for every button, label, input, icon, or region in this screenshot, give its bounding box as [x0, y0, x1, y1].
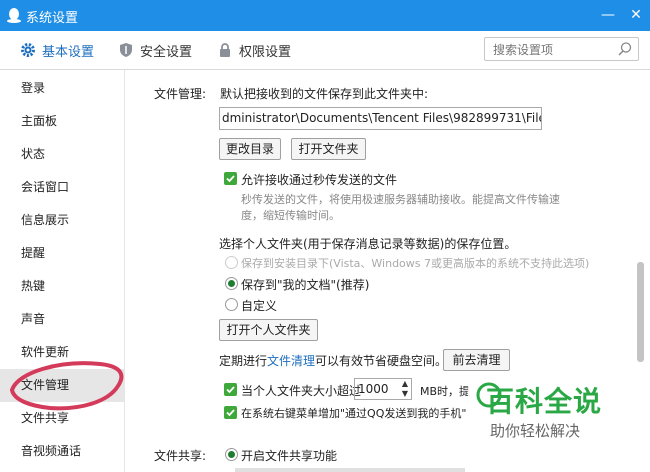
size-limit-spinner[interactable]: 1000 ▲ ▼ [354, 378, 412, 400]
search-box[interactable] [484, 37, 639, 61]
cleanup-hint-suffix: 可以有效节省硬盘空间。 [315, 354, 448, 368]
lock-icon [220, 43, 230, 57]
shield-icon [120, 43, 132, 57]
search-input[interactable] [491, 39, 615, 61]
install-dir-option-label: 保存到安装目录下(Vista、Windows 7或更高版本的系统不支持此选项) [241, 257, 590, 270]
vertical-scrollbar[interactable] [637, 262, 644, 362]
tab-label: 基本设置 [42, 44, 95, 60]
sidebar-item-chat-window[interactable]: 会话窗口 [0, 171, 124, 204]
open-personal-folder-button[interactable]: 打开个人文件夹 [219, 319, 318, 341]
context-menu-label: 在系统右键菜单增加"通过QQ发送到我的手机" [241, 407, 467, 420]
save-path-field[interactable]: dministrator\Documents\Tencent Files\982… [219, 107, 542, 130]
custom-location-option-label: 自定义 [241, 299, 278, 313]
install-dir-radio[interactable] [225, 256, 238, 269]
check-icon [226, 409, 235, 417]
tab-label: 权限设置 [239, 44, 292, 60]
sidebar-item-main-panel[interactable]: 主面板 [0, 105, 124, 138]
cleanup-hint-prefix: 定期进行 [219, 354, 268, 368]
qq-penguin-icon [7, 8, 21, 23]
check-icon [226, 386, 235, 394]
tab-security-settings[interactable]: 安全设置 [118, 31, 192, 69]
file-cleanup-link[interactable]: 文件清理 [267, 354, 315, 368]
watermark: 百科全说 助你轻松解决 [468, 378, 650, 448]
tab-label: 安全设置 [140, 44, 193, 60]
personal-folder-label: 选择个人文件夹(用于保存消息记录等数据)的保存位置。 [219, 237, 517, 251]
watermark-subtitle: 助你轻松解决 [490, 422, 581, 440]
tab-permission-settings[interactable]: 权限设置 [217, 31, 291, 69]
save-path-value: dministrator\Documents\Tencent Files\982… [222, 111, 541, 125]
context-menu-checkbox[interactable] [224, 406, 237, 419]
custom-location-radio[interactable] [225, 298, 238, 311]
flash-transfer-description-line1: 秒传发送的文件，将使用极速服务器辅助接收。能提高文件传输速 [241, 193, 560, 206]
minimize-button[interactable]: — [598, 5, 618, 25]
cleanup-hint: 定期进行文件清理可以有效节省硬盘空间。 [219, 352, 447, 369]
sidebar-item-av-call[interactable]: 音视频通话 [0, 435, 124, 468]
watermark-title: 百科全说 [486, 385, 603, 418]
size-limit-label: 当个人文件夹大小超过 [241, 384, 362, 398]
title-bar: 系统设置 — ✕ [0, 0, 650, 31]
flash-transfer-description-line2: 度，缩短传输时间。 [241, 209, 340, 222]
go-cleanup-button[interactable]: 前去清理 [443, 349, 510, 371]
change-directory-button[interactable]: 更改目录 [219, 138, 281, 160]
size-limit-unit: MB时，提 [420, 385, 471, 398]
search-icon[interactable] [617, 41, 633, 57]
file-sharing-section-label: 文件共享: [154, 449, 207, 463]
size-limit-checkbox[interactable] [224, 383, 237, 396]
allow-flash-transfer-label: 允许接收通过秒传发送的文件 [241, 173, 398, 187]
sidebar-item-info-display[interactable]: 信息展示 [0, 204, 124, 237]
sidebar-item-status[interactable]: 状态 [0, 138, 124, 171]
gear-icon [21, 43, 35, 57]
red-annotation-circle [10, 361, 124, 411]
open-folder-button[interactable]: 打开文件夹 [291, 138, 366, 160]
window-title: 系统设置 [26, 11, 79, 26]
enable-file-sharing-radio[interactable] [225, 448, 238, 461]
spinner-up-icon[interactable]: ▲ [402, 379, 408, 388]
tabs-bar: 基本设置 安全设置 权限设置 [0, 31, 650, 70]
size-limit-value: 1000 [358, 382, 389, 396]
allow-flash-transfer-checkbox[interactable] [224, 172, 237, 185]
file-management-section-label: 文件管理: [154, 87, 207, 101]
close-button[interactable]: ✕ [626, 5, 646, 25]
enable-file-sharing-label: 开启文件共享功能 [241, 449, 338, 463]
sidebar-item-reminder[interactable]: 提醒 [0, 237, 124, 270]
save-location-description: 默认把接收到的文件保存到此文件夹中: [220, 87, 429, 101]
tab-basic-settings[interactable]: 基本设置 [20, 31, 94, 69]
my-documents-radio[interactable] [225, 277, 238, 290]
sidebar-item-login[interactable]: 登录 [0, 72, 124, 105]
sidebar-item-sound[interactable]: 声音 [0, 303, 124, 336]
sidebar-item-hotkey[interactable]: 热键 [0, 270, 124, 303]
spinner-down-icon[interactable]: ▼ [402, 389, 408, 398]
check-icon [226, 175, 235, 183]
my-documents-option-label: 保存到"我的文档"(推荐) [241, 278, 370, 292]
clipped-next-row [235, 468, 465, 472]
